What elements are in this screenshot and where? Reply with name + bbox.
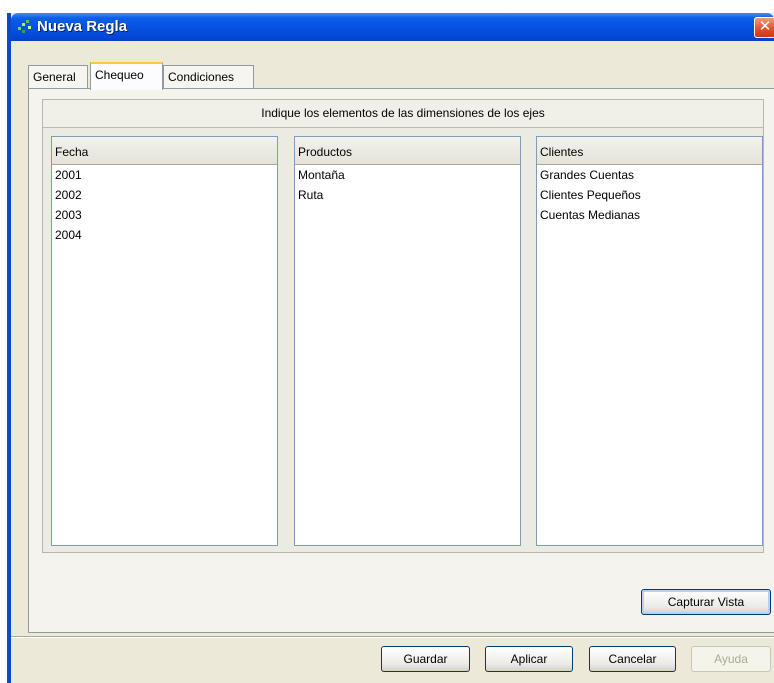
- list-header-fecha: Fecha: [52, 137, 277, 165]
- list-item[interactable]: 2003: [52, 205, 277, 225]
- list-clientes[interactable]: Clientes Grandes Cuentas Clientes Pequeñ…: [536, 136, 763, 546]
- rule-icon: [18, 20, 31, 33]
- list-item[interactable]: Montaña: [295, 165, 520, 185]
- capture-view-button[interactable]: Capturar Vista: [641, 589, 771, 615]
- list-header-productos: Productos: [295, 137, 520, 165]
- tab-label: General: [33, 70, 76, 84]
- list-item[interactable]: Grandes Cuentas: [537, 165, 762, 185]
- list-item[interactable]: Ruta: [295, 185, 520, 205]
- tab-chequeo[interactable]: Chequeo: [90, 62, 163, 90]
- list-header-clientes: Clientes: [537, 137, 762, 165]
- window-title: Nueva Regla: [37, 18, 128, 35]
- list-item[interactable]: 2002: [52, 185, 277, 205]
- save-button[interactable]: Guardar: [381, 646, 470, 672]
- cancel-button[interactable]: Cancelar: [589, 646, 676, 672]
- list-item[interactable]: Clientes Pequeños: [537, 185, 762, 205]
- list-fecha[interactable]: Fecha 2001 2002 2003 2004: [51, 136, 278, 546]
- separator: [11, 636, 774, 638]
- tab-general[interactable]: General: [28, 65, 88, 89]
- tab-label: Condiciones: [168, 70, 235, 84]
- tab-label: Chequeo: [95, 68, 144, 82]
- list-item[interactable]: 2001: [52, 165, 277, 185]
- title-bar[interactable]: Nueva Regla ✕: [11, 13, 774, 41]
- list-item[interactable]: Cuentas Medianas: [537, 205, 762, 225]
- list-item[interactable]: 2004: [52, 225, 277, 245]
- tab-condiciones[interactable]: Condiciones: [163, 65, 254, 89]
- dialog-window: Nueva Regla ✕ General Chequeo Condicione…: [7, 13, 774, 683]
- tab-panel-chequeo: Indique los elementos de las dimensiones…: [28, 88, 774, 633]
- close-icon: ✕: [758, 18, 772, 35]
- apply-button[interactable]: Aplicar: [485, 646, 573, 672]
- panel-header: Indique los elementos de las dimensiones…: [43, 100, 763, 128]
- help-button[interactable]: Ayuda: [691, 646, 771, 672]
- axes-panel: Indique los elementos de las dimensiones…: [42, 99, 764, 553]
- list-productos[interactable]: Productos Montaña Ruta: [294, 136, 521, 546]
- close-button[interactable]: ✕: [754, 17, 774, 38]
